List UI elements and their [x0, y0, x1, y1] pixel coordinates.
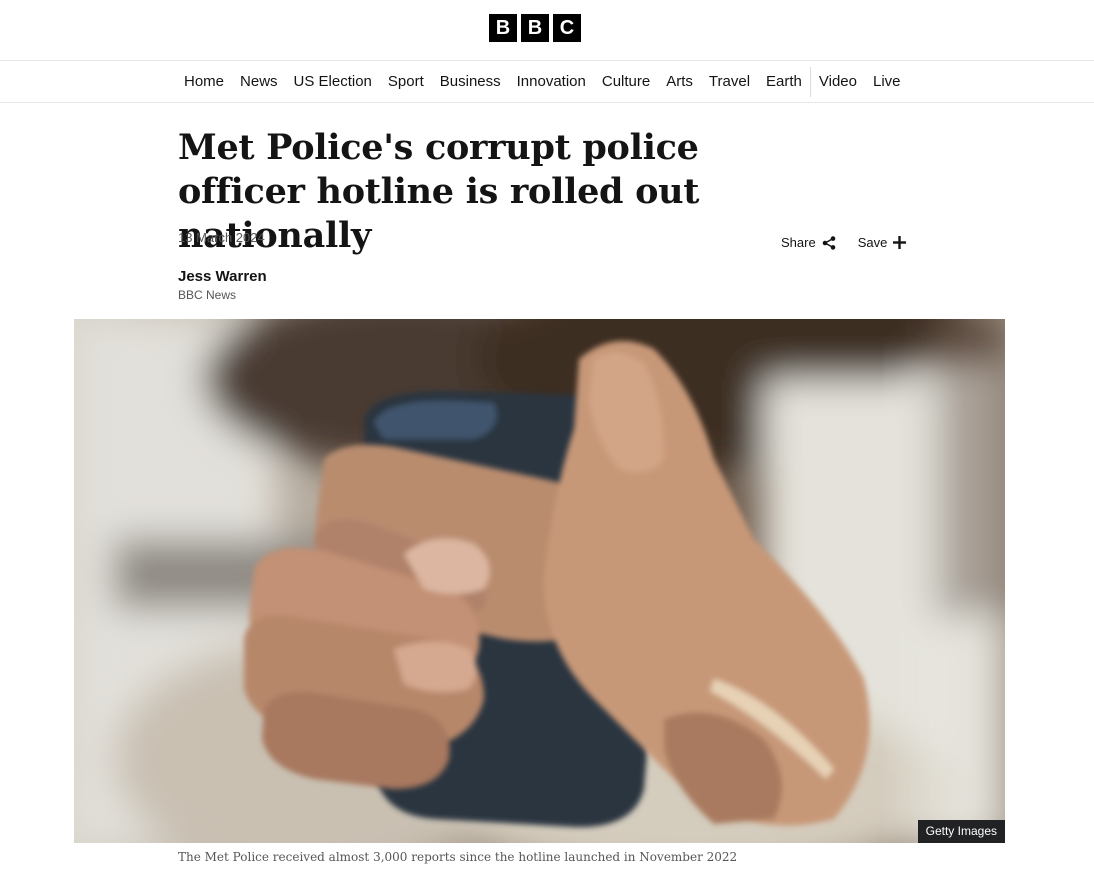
save-button[interactable]: Save — [858, 235, 907, 250]
nav-item-business[interactable]: Business — [432, 61, 509, 102]
share-icon — [822, 235, 836, 250]
save-label: Save — [857, 235, 888, 250]
main-nav: Home News US Election Sport Business Inn… — [0, 60, 1094, 103]
image-credit: Getty Images — [917, 820, 1005, 843]
nav-item-innovation[interactable]: Innovation — [509, 61, 594, 102]
plus-icon — [893, 236, 907, 249]
nav-item-us-election[interactable]: US Election — [286, 61, 380, 102]
logo-letter: C — [553, 14, 581, 42]
author-organisation: BBC News — [178, 288, 237, 302]
nav-item-video[interactable]: Video — [811, 61, 865, 102]
nav-list: Home News US Election Sport Business Inn… — [176, 61, 909, 102]
nav-item-live[interactable]: Live — [865, 61, 909, 102]
share-label: Share — [781, 235, 816, 250]
nav-item-arts[interactable]: Arts — [658, 61, 701, 102]
bbc-logo[interactable]: B B C — [489, 14, 581, 42]
nav-item-news[interactable]: News — [232, 61, 286, 102]
article-headline: Met Police's corrupt police officer hotl… — [178, 127, 700, 256]
hero-image: Getty Images — [74, 319, 1005, 843]
image-caption: The Met Police received almost 3,000 rep… — [178, 850, 738, 864]
nav-item-travel[interactable]: Travel — [701, 61, 758, 102]
share-button[interactable]: Share — [781, 235, 836, 250]
logo-letter: B — [489, 14, 517, 42]
nav-item-earth[interactable]: Earth — [758, 61, 810, 102]
nav-item-culture[interactable]: Culture — [594, 61, 658, 102]
nav-item-sport[interactable]: Sport — [380, 61, 432, 102]
article-actions: Share Save — [781, 235, 907, 250]
article-date: 13 March 2024 — [178, 230, 265, 245]
logo-letter: B — [521, 14, 549, 42]
hands-holding-phone-illustration — [74, 319, 1005, 843]
masthead: B B C — [0, 0, 1094, 60]
nav-item-home[interactable]: Home — [176, 61, 232, 102]
author-name: Jess Warren — [178, 268, 267, 285]
